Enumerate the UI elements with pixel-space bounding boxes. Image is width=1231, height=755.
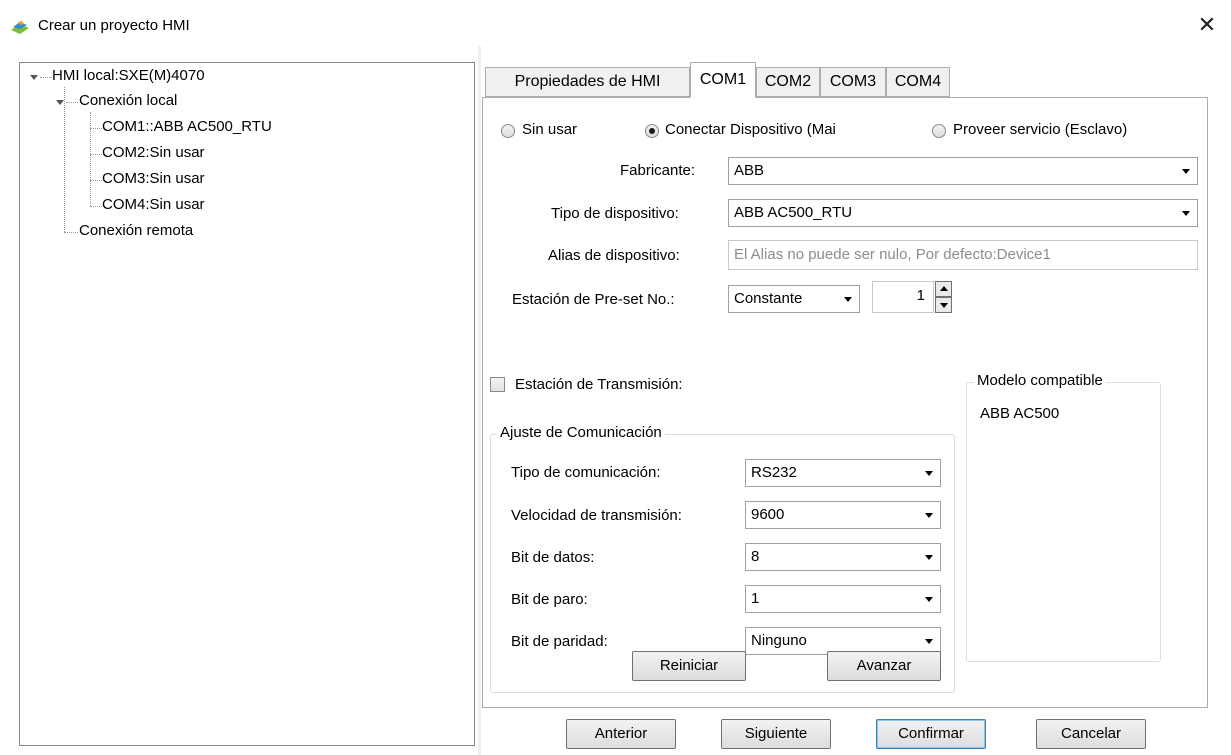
comm-type-select[interactable]: RS232 (745, 459, 941, 487)
app-logo-icon (11, 21, 29, 34)
tree-node-com3[interactable]: COM3:Sin usar (102, 170, 205, 187)
stop-bits-value: 1 (751, 590, 760, 607)
collapse-arrow-icon[interactable] (56, 100, 64, 105)
radio-slave-label: Proveer servicio (Esclavo) (953, 121, 1128, 138)
device-type-label: Tipo de dispositivo: (551, 205, 679, 222)
compatible-model-value: ABB AC500 (980, 405, 1060, 422)
tab-com1[interactable]: COM1 (690, 62, 756, 98)
device-type-select[interactable]: ABB AC500_RTU (728, 199, 1198, 227)
preset-station-mode-value: Constante (734, 290, 803, 307)
manufacturer-select[interactable]: ABB (728, 157, 1198, 185)
chevron-down-icon (925, 555, 933, 560)
chevron-down-icon (925, 513, 933, 518)
advanced-button[interactable]: Avanzar (827, 651, 941, 681)
spin-up-button[interactable] (935, 281, 952, 297)
radio-unused[interactable] (501, 124, 515, 138)
radio-master-label: Conectar Dispositivo (Mai (665, 121, 836, 138)
chevron-down-icon (1182, 211, 1190, 216)
tree-connector (90, 180, 102, 181)
tree-node-remote-connection[interactable]: Conexión remota (79, 222, 193, 239)
project-tree[interactable]: HMI local:SXE(M)4070 Conexión local COM1… (19, 62, 475, 746)
window-title: Crear un proyecto HMI (38, 17, 190, 34)
tree-node-local-connection[interactable]: Conexión local (79, 92, 177, 109)
device-alias-label: Alias de dispositivo: (548, 247, 680, 264)
stop-bits-select[interactable]: 1 (745, 585, 941, 613)
tab-hmi-properties[interactable]: Propiedades de HMI (485, 67, 690, 97)
data-bits-label: Bit de datos: (511, 549, 595, 566)
device-type-value: ABB AC500_RTU (734, 204, 853, 221)
tree-node-com4[interactable]: COM4:Sin usar (102, 196, 205, 213)
preset-station-label: Estación de Pre-set No.: (512, 291, 675, 308)
broadcast-station-checkbox[interactable] (490, 377, 505, 392)
confirm-button[interactable]: Confirmar (876, 719, 986, 749)
chevron-down-icon (1182, 169, 1190, 174)
stop-bits-label: Bit de paro: (511, 591, 588, 608)
tree-connector (64, 232, 78, 233)
tree-connector (66, 102, 78, 103)
tab-com3[interactable]: COM3 (820, 67, 886, 97)
manufacturer-value: ABB (734, 162, 765, 179)
chevron-down-icon (925, 639, 933, 644)
arrow-down-icon (940, 303, 948, 308)
data-bits-value: 8 (751, 548, 760, 565)
device-alias-input[interactable]: El Alias no puede ser nulo, Por defecto:… (728, 240, 1198, 270)
tree-node-hmi-local[interactable]: HMI local:SXE(M)4070 (52, 67, 205, 84)
tree-node-com2[interactable]: COM2:Sin usar (102, 144, 205, 161)
tree-connector (90, 112, 91, 206)
broadcast-station-label: Estación de Transmisión: (515, 376, 683, 393)
tab-com2[interactable]: COM2 (756, 67, 820, 97)
close-icon[interactable]: ✕ (1196, 15, 1218, 38)
chevron-down-icon (925, 471, 933, 476)
radio-unused-label: Sin usar (522, 121, 578, 138)
comm-type-label: Tipo de comunicación: (511, 464, 661, 481)
previous-button[interactable]: Anterior (566, 719, 676, 749)
baud-rate-select[interactable]: 9600 (745, 501, 941, 529)
tree-node-com1[interactable]: COM1::ABB AC500_RTU (102, 118, 272, 135)
collapse-arrow-icon[interactable] (30, 75, 38, 80)
spin-down-button[interactable] (935, 297, 952, 313)
radio-slave[interactable] (932, 124, 946, 138)
comm-type-value: RS232 (751, 464, 797, 481)
tree-connector (90, 128, 102, 129)
splitter[interactable] (478, 46, 481, 755)
next-button[interactable]: Siguiente (721, 719, 831, 749)
cancel-button[interactable]: Cancelar (1036, 719, 1146, 749)
tree-connector (90, 206, 102, 207)
chevron-down-icon (925, 597, 933, 602)
parity-label: Bit de paridad: (511, 633, 608, 650)
tree-connector (90, 154, 102, 155)
preset-station-number-input[interactable]: 1 (872, 281, 934, 313)
tree-connector (40, 77, 52, 78)
comm-settings-title: Ajuste de Comunicación (497, 424, 665, 441)
compatible-model-group (966, 382, 1161, 662)
tree-connector (64, 87, 65, 232)
data-bits-select[interactable]: 8 (745, 543, 941, 571)
tab-com4[interactable]: COM4 (886, 67, 950, 97)
manufacturer-label: Fabricante: (620, 162, 696, 179)
reset-button[interactable]: Reiniciar (632, 651, 746, 681)
baud-rate-value: 9600 (751, 506, 785, 523)
arrow-up-icon (940, 286, 948, 291)
preset-station-mode-select[interactable]: Constante (728, 285, 860, 313)
chevron-down-icon (844, 297, 852, 302)
compatible-model-title: Modelo compatible (974, 372, 1106, 389)
parity-value: Ninguno (751, 632, 807, 649)
radio-master[interactable] (645, 124, 659, 138)
baud-rate-label: Velocidad de transmisión: (511, 507, 682, 524)
